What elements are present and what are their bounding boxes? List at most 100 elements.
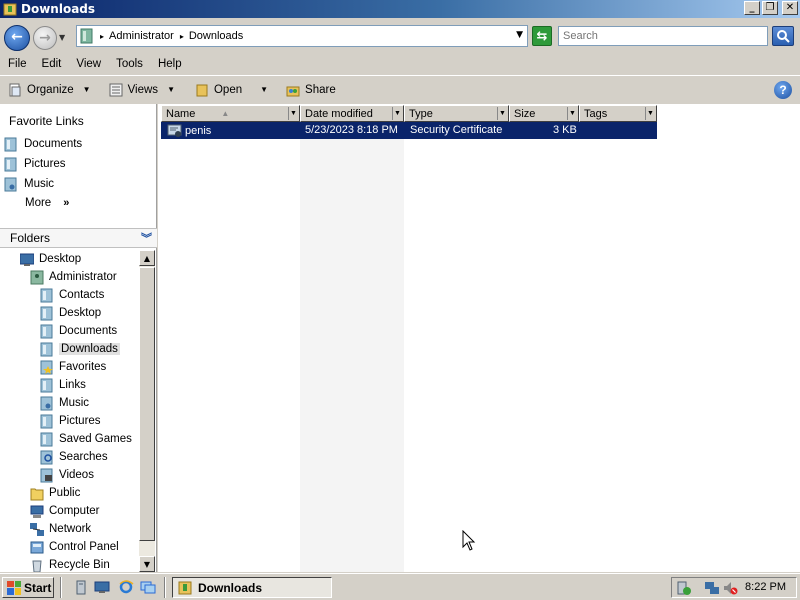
breadcrumb-administrator[interactable]: Administrator <box>109 30 174 42</box>
share-label: Share <box>305 83 336 96</box>
tree-item-links[interactable]: Links <box>40 376 86 394</box>
internet-explorer-icon <box>119 580 134 594</box>
column-header-type[interactable]: Type ▼ <box>404 105 509 122</box>
menu-bar: File Edit View Tools Help <box>0 56 800 74</box>
tree-item-contacts[interactable]: Contacts <box>40 286 104 304</box>
file-row[interactable]: penis 5/23/2023 8:18 PM Security Certifi… <box>161 122 657 139</box>
quicklaunch-internet-explorer[interactable] <box>117 579 135 595</box>
quicklaunch-show-desktop[interactable] <box>93 579 111 595</box>
back-button[interactable]: ← <box>4 25 30 51</box>
breadcrumb-separator-icon[interactable]: ▸ <box>180 32 184 41</box>
tree-item-desktop-folder[interactable]: Desktop <box>40 304 101 322</box>
pictures-icon <box>4 157 17 171</box>
tree-item-recycle-bin[interactable]: Recycle Bin <box>30 556 110 572</box>
column-header-label: Name <box>166 107 196 120</box>
clock[interactable]: 8:22 PM <box>745 581 786 593</box>
tree-item-administrator[interactable]: Administrator <box>30 268 117 286</box>
favorite-link-documents[interactable]: Documents <box>0 135 82 153</box>
tree-item-label: Desktop <box>39 253 82 265</box>
tree-item-searches[interactable]: Searches <box>40 448 108 466</box>
taskbar-button-downloads[interactable]: Downloads <box>172 577 332 598</box>
tree-item-network[interactable]: Network <box>30 520 91 538</box>
title-bar[interactable]: Downloads _ ❐ ✕ <box>0 0 800 18</box>
search-button[interactable] <box>772 26 794 46</box>
volume-muted-icon[interactable] <box>722 580 738 596</box>
breadcrumb-separator-icon[interactable]: ▸ <box>100 32 104 41</box>
share-button[interactable]: Share <box>286 83 336 97</box>
more-label: More <box>25 197 52 209</box>
minimize-button[interactable]: _ <box>744 1 760 15</box>
refresh-button[interactable]: ⇆ <box>532 26 552 46</box>
tree-item-label: Recycle Bin <box>49 559 110 571</box>
tree-item-label: Contacts <box>59 289 105 301</box>
taskbar: Start Downloads 8:22 PM <box>0 573 800 600</box>
tree-item-desktop[interactable]: Desktop <box>20 250 81 268</box>
file-list-pane[interactable]: Name ▲ ▼ Date modified ▼ Type ▼ Size ▼ T… <box>158 104 800 572</box>
close-button[interactable]: ✕ <box>782 1 798 15</box>
search-input[interactable] <box>558 26 768 46</box>
tree-item-videos[interactable]: Videos <box>40 466 94 484</box>
tree-item-downloads[interactable]: Downloads <box>40 340 120 358</box>
folders-header-label: Folders <box>10 231 51 245</box>
tree-item-favorites[interactable]: Favorites <box>40 358 106 376</box>
control-panel-icon <box>30 541 44 553</box>
tree-item-public[interactable]: Public <box>30 484 80 502</box>
tree-item-computer[interactable]: Computer <box>30 502 100 520</box>
menu-view[interactable]: View <box>68 56 101 74</box>
column-filter-dropdown-icon[interactable]: ▼ <box>567 107 577 120</box>
views-button[interactable]: Views ▼ <box>109 83 175 97</box>
chevron-double-right-icon: » <box>63 197 70 209</box>
column-header-size[interactable]: Size ▼ <box>509 105 579 122</box>
favorite-link-pictures[interactable]: Pictures <box>0 155 66 173</box>
search-icon <box>777 30 790 43</box>
tree-item-control-panel[interactable]: Control Panel <box>30 538 119 556</box>
column-filter-dropdown-icon[interactable]: ▼ <box>288 107 298 120</box>
breadcrumb-downloads[interactable]: Downloads <box>189 30 243 42</box>
network-status-icon[interactable] <box>704 580 720 596</box>
music-icon <box>4 177 17 191</box>
scroll-down-button[interactable]: ▼ <box>139 556 155 572</box>
recent-pages-dropdown-icon[interactable]: ▼ <box>59 33 65 42</box>
chevron-down-icon: ▼ <box>260 85 269 94</box>
column-header-date-modified[interactable]: Date modified ▼ <box>300 105 404 122</box>
column-filter-dropdown-icon[interactable]: ▼ <box>645 107 655 120</box>
column-header-tags[interactable]: Tags ▼ <box>579 105 657 122</box>
tree-item-label: Public <box>49 487 81 499</box>
start-button[interactable]: Start <box>2 577 54 598</box>
tree-item-pictures[interactable]: Pictures <box>40 412 101 430</box>
column-header-name[interactable]: Name ▲ ▼ <box>161 105 300 122</box>
quicklaunch-switch-windows[interactable] <box>139 579 157 595</box>
menu-edit[interactable]: Edit <box>34 56 62 74</box>
scroll-up-button[interactable]: ▲ <box>139 250 155 266</box>
back-arrow-icon: ← <box>11 29 23 45</box>
security-status-icon[interactable] <box>676 580 692 596</box>
folders-header[interactable]: Folders ︾ <box>0 228 157 248</box>
tree-item-documents[interactable]: Documents <box>40 322 117 340</box>
menu-help[interactable]: Help <box>150 56 182 74</box>
organize-button[interactable]: Organize ▼ <box>8 83 91 97</box>
column-filter-dropdown-icon[interactable]: ▼ <box>497 107 507 120</box>
file-name[interactable]: penis <box>185 125 211 137</box>
documents-icon <box>4 137 17 151</box>
address-dropdown-icon[interactable]: ▼ <box>516 30 523 40</box>
window-title: Downloads <box>21 2 96 16</box>
tree-item-saved-games[interactable]: Saved Games <box>40 430 132 448</box>
open-folder-icon <box>196 84 208 96</box>
forward-button[interactable]: → <box>33 26 57 50</box>
maximize-button[interactable]: ❐ <box>762 1 778 15</box>
saved-games-icon <box>40 432 53 446</box>
menu-tools[interactable]: Tools <box>108 56 143 74</box>
chevron-up-icon[interactable]: ︾ <box>141 230 152 246</box>
help-button[interactable]: ? <box>774 81 792 99</box>
column-filter-dropdown-icon[interactable]: ▼ <box>392 107 402 120</box>
favorite-link-music[interactable]: Music <box>0 175 54 193</box>
tree-item-music[interactable]: Music <box>40 394 89 412</box>
folder-tree-scrollbar[interactable]: ▲ ▼ <box>139 250 155 572</box>
address-bar[interactable]: ▸ Administrator ▸ Downloads ▼ <box>76 25 528 47</box>
scroll-thumb[interactable] <box>139 267 155 541</box>
menu-file[interactable]: File <box>0 56 27 74</box>
quicklaunch-server-manager[interactable] <box>72 579 90 595</box>
switch-windows-icon <box>140 581 156 594</box>
open-button[interactable]: Open ▼ <box>195 83 268 97</box>
more-links-button[interactable]: More » <box>25 197 69 209</box>
